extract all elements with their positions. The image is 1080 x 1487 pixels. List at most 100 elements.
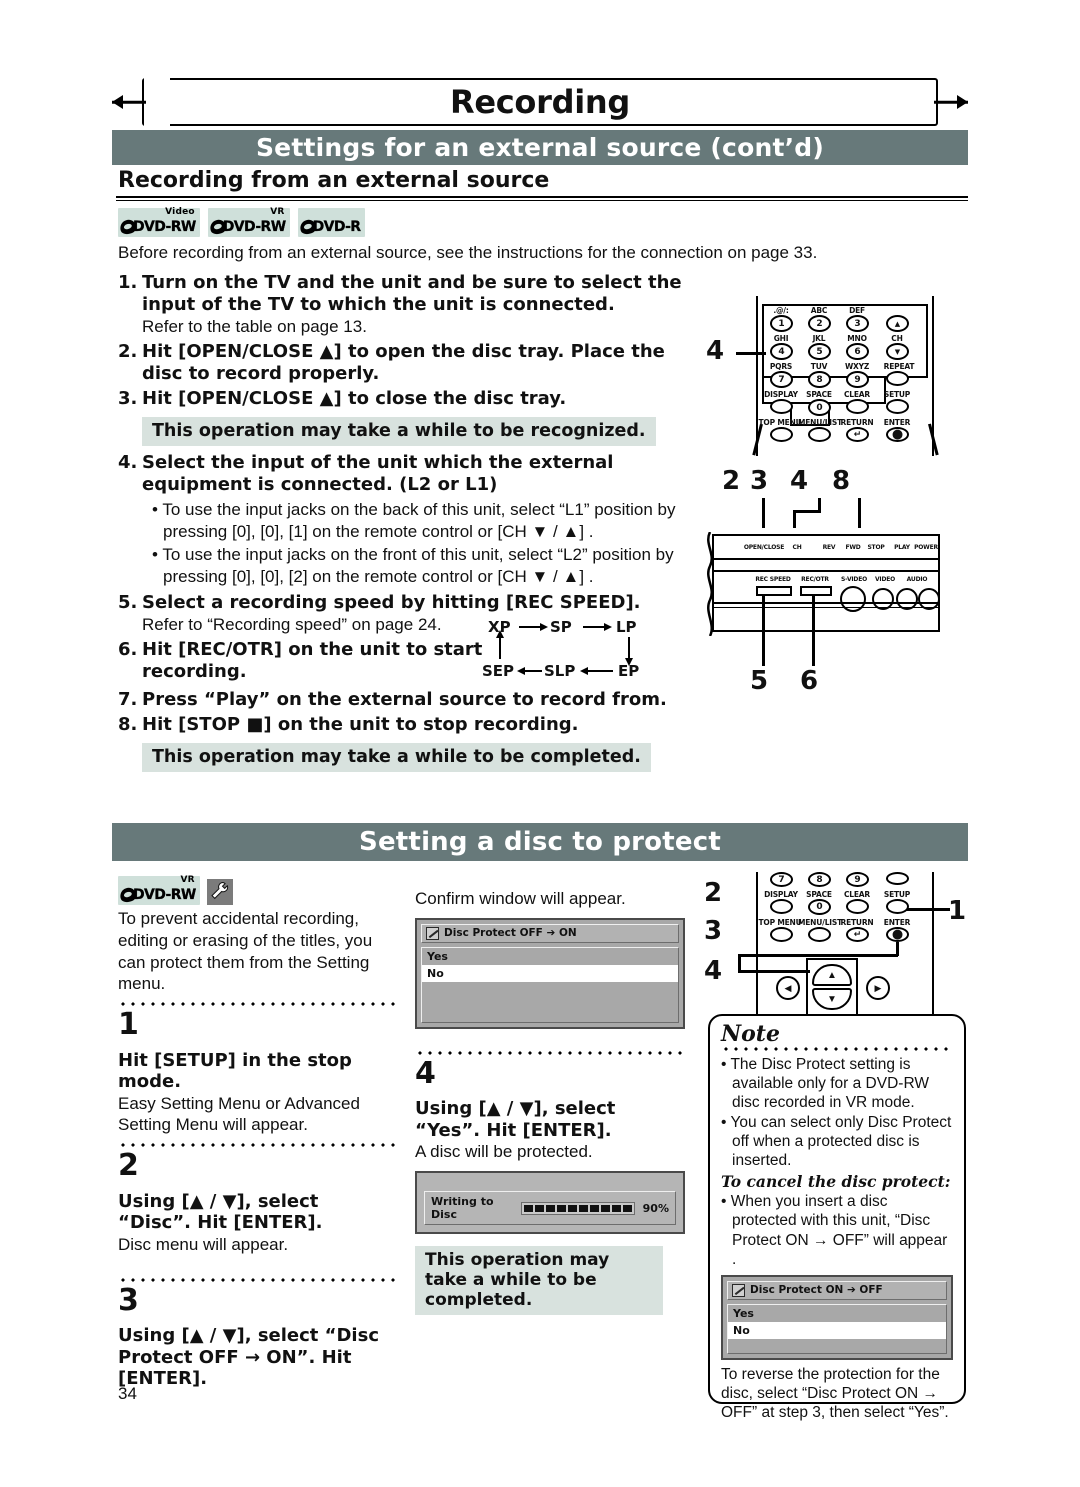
- key-0[interactable]: 0: [808, 399, 831, 416]
- step-number: 6.: [118, 639, 138, 661]
- key-1[interactable]: 1: [770, 315, 793, 332]
- arrow-sep-xp-icon: [496, 630, 504, 659]
- key-5[interactable]: 5: [808, 343, 831, 360]
- key-ch-up[interactable]: ▲: [886, 315, 909, 332]
- callout-4-leader-v: [793, 510, 796, 528]
- key-0-b[interactable]: 0: [808, 899, 831, 915]
- key-7[interactable]: 7: [770, 371, 793, 388]
- key-8[interactable]: 8: [808, 371, 831, 388]
- key-enter[interactable]: ●: [886, 427, 909, 442]
- key-label-space-b: SPACE: [806, 890, 832, 899]
- osd-title-text-2: Disc Protect ON ➔ OFF: [750, 1284, 883, 1297]
- key-label-top-menu: TOP MENU: [758, 418, 802, 427]
- key-2[interactable]: 2: [808, 315, 831, 332]
- key-top-menu[interactable]: [770, 427, 793, 442]
- osd-option-no[interactable]: No: [422, 964, 678, 982]
- key-label-clear: CLEAR: [844, 390, 870, 399]
- dp-step-number-1: 1: [118, 1007, 139, 1042]
- key-label-setup-b: SETUP: [883, 890, 911, 899]
- key-7-b[interactable]: 7: [770, 872, 793, 887]
- key-display-b[interactable]: [770, 899, 793, 914]
- step-text: Hit [STOP ■] on the unit to stop recordi…: [142, 714, 579, 736]
- osd-option-yes-2[interactable]: Yes: [728, 1305, 946, 1322]
- osd-empty-space-2: [728, 1339, 946, 1353]
- note-box: Note • The Disc Protect setting is avail…: [708, 1014, 966, 1421]
- speed-label-sp: SP: [550, 618, 572, 636]
- key-label-5: JKL: [812, 334, 826, 343]
- dp-step-bold-1: Hit [SETUP] in the stop mode.: [118, 1049, 352, 1093]
- key-setup[interactable]: [886, 399, 909, 414]
- key-setup-b[interactable]: [886, 899, 909, 914]
- key-label-repeat: REPEAT: [883, 362, 915, 371]
- dotted-divider: [118, 1143, 396, 1148]
- key-return-b[interactable]: ↵: [846, 927, 869, 942]
- confirm-caption: Confirm window will appear.: [415, 889, 626, 908]
- highlight-completed-2: This operation may take a while to be co…: [415, 1246, 663, 1316]
- jack-video[interactable]: [872, 588, 894, 610]
- key-clear-b[interactable]: [846, 899, 869, 914]
- progress-percent: 90%: [642, 1201, 669, 1215]
- bullet-item: • To use the input jacks on the front of…: [152, 544, 674, 587]
- speed-label-lp: LP: [616, 618, 637, 636]
- callout-8-leader: [858, 498, 861, 528]
- panel-button-rec-otr[interactable]: [800, 586, 832, 596]
- cursor-left-button[interactable]: ◀: [776, 976, 800, 1000]
- step-number: 1.: [118, 272, 138, 293]
- cursor-right-button[interactable]: ▶: [866, 976, 890, 1000]
- key-menu-list[interactable]: [808, 427, 831, 442]
- callout-front-5: 5: [750, 666, 769, 696]
- key-enter-b[interactable]: ●: [886, 927, 909, 942]
- speed-label-sep: SEP: [482, 662, 515, 680]
- callout-bottom-3: 3: [704, 916, 723, 946]
- key-label-menu-list-b: MENU/LIST: [798, 918, 842, 927]
- step4-bullets: • To use the input jacks on the back of …: [152, 499, 693, 588]
- jack-s-video[interactable]: [840, 586, 866, 612]
- steps-list: 1. Turn on the TV and the unit and be su…: [118, 272, 693, 778]
- key-9-b[interactable]: 9: [846, 872, 869, 887]
- key-8-b[interactable]: 8: [808, 872, 831, 887]
- step-number: 5.: [118, 592, 138, 614]
- key-3[interactable]: 3: [846, 315, 869, 332]
- panel-label-s-video: S-VIDEO: [840, 576, 868, 583]
- section-bar-external-source: Settings for an external source (cont’d): [112, 130, 968, 165]
- key-4[interactable]: 4: [770, 343, 793, 360]
- speed-label-ep: EP: [618, 662, 640, 680]
- jack-audio-r[interactable]: [918, 588, 940, 610]
- key-6[interactable]: 6: [846, 343, 869, 360]
- key-display[interactable]: [770, 399, 793, 414]
- key-top-menu-b[interactable]: [770, 927, 793, 942]
- key-clear[interactable]: [846, 399, 869, 414]
- key-label-top-menu-b: TOP MENU: [758, 918, 802, 927]
- panel-label-rec-otr: REC/OTR: [801, 576, 829, 583]
- note-subtitle: To cancel the disc protect:: [721, 1172, 951, 1192]
- key-repeat[interactable]: [886, 371, 909, 386]
- key-ch-down[interactable]: ▼: [886, 343, 909, 360]
- enter-leader-h: [738, 954, 898, 957]
- panel-label-open-close: OPEN/CLOSE: [743, 544, 785, 551]
- dp-step-sub-2: Disc menu will appear.: [118, 1234, 289, 1254]
- callout-front-2: 2: [722, 466, 741, 496]
- panel-button-rec-speed[interactable]: [756, 586, 792, 596]
- key-blank-b[interactable]: [886, 872, 909, 885]
- jack-audio-l[interactable]: [896, 588, 918, 610]
- key-label-return-b: RETURN: [840, 918, 874, 927]
- osd-option-no-2[interactable]: No: [728, 1321, 946, 1339]
- step-text: Press “Play” on the external source to r…: [142, 689, 667, 711]
- bullet-item: • To use the input jacks on the back of …: [152, 499, 676, 541]
- front-panel-button-strip: [712, 558, 940, 572]
- key-menu-list-b[interactable]: [808, 927, 831, 942]
- front-panel-diagram: 2 3 4 8 OPEN/CLOSE CH REV FWD STOP PLAY …: [690, 466, 980, 736]
- progress-label: Writing to Disc: [431, 1195, 494, 1222]
- chapter-banner: Recording: [112, 77, 968, 127]
- key-9[interactable]: 9: [846, 371, 869, 388]
- osd-option-yes[interactable]: Yes: [422, 948, 678, 965]
- key-label-setup: SETUP: [883, 390, 911, 399]
- key-return[interactable]: ↵: [846, 427, 869, 442]
- remote-control-diagram-bottom: 2 3 4 1 7 8 9 DISPLAY SPACE 0 CLEAR SETU…: [700, 872, 966, 1022]
- arrow-ep-slp-icon: [580, 667, 613, 675]
- divider-rule: [116, 196, 968, 201]
- panel-label-fwd: FWD: [845, 544, 861, 551]
- disc-logo-dvd-rw-vr: VR DVD-RW: [207, 207, 290, 237]
- step-item: 4. Select the input of the unit which th…: [118, 452, 693, 496]
- disc-logo-mode: Video: [165, 207, 195, 217]
